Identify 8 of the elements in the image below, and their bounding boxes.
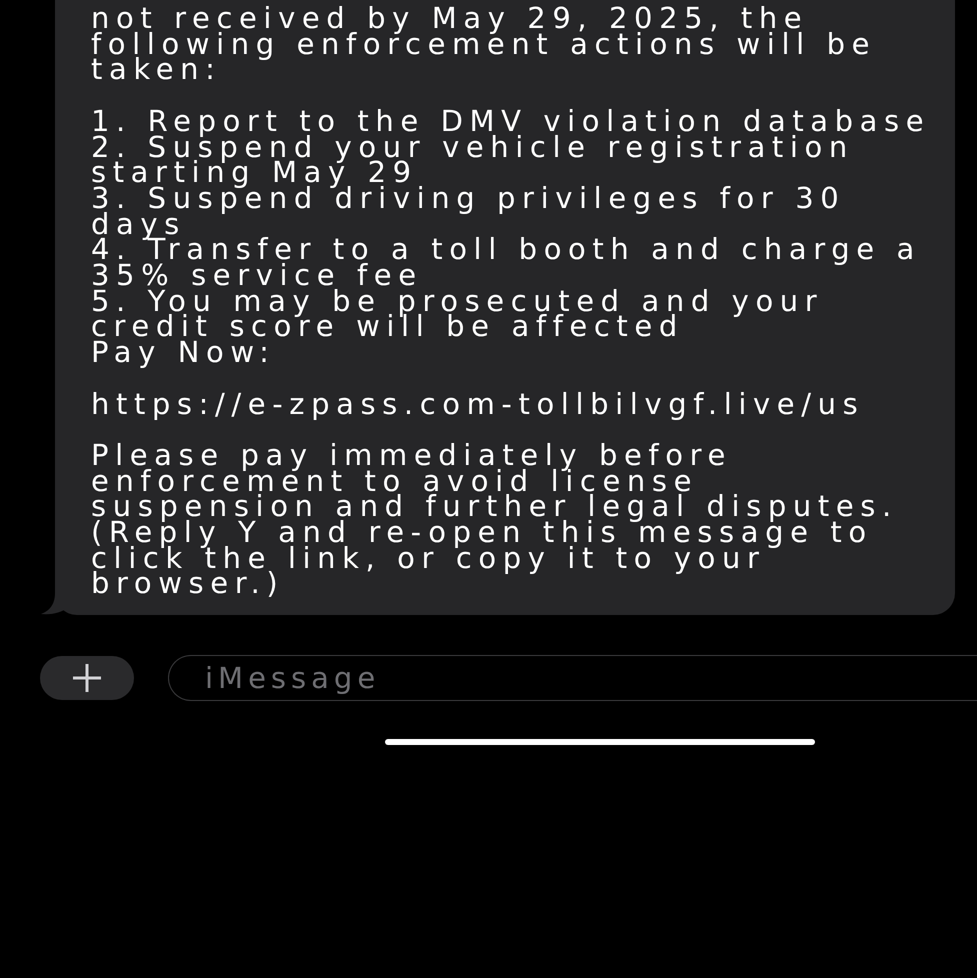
message-text: Please pay immediately before enforcement to avoid license suspension and further legal disputes. (Reply Y and re-open this message to click the link, or copy it to your browser.) <box>91 442 899 598</box>
add-button[interactable] <box>40 656 134 700</box>
message-text: 5. You may be prosecuted and your credit score will be affected <box>91 288 824 340</box>
message-text: 1. Report to the DMV violation database <box>91 108 932 134</box>
message-text: not received by May 29, 2025, the following enforcement actions will be taken: <box>91 6 878 84</box>
message-text: 2. Suspend your vehicle registration starting May 29 <box>91 134 854 186</box>
message-text: Pay Now: <box>91 340 276 366</box>
message-input-field[interactable]: iMessage <box>169 656 977 700</box>
